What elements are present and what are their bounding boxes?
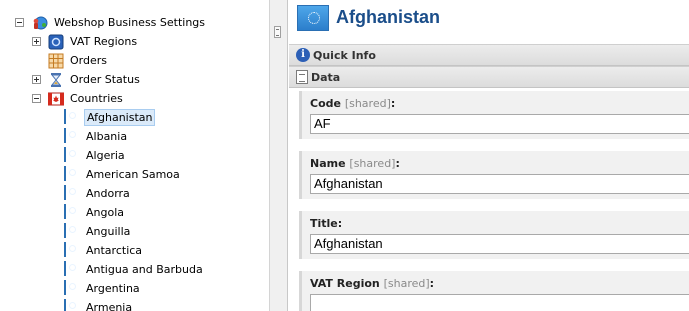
un-flag-icon xyxy=(64,298,80,311)
shared-tag: [shared] xyxy=(344,97,391,110)
tree-item-label: Andorra xyxy=(86,187,130,200)
tree-item-label: Webshop Business Settings xyxy=(54,16,206,29)
field-label: VAT Region [shared]: xyxy=(310,277,435,290)
un-flag-large-icon xyxy=(297,5,329,31)
countries-collapse-toggle[interactable] xyxy=(32,94,41,103)
tree-item-label: Countries xyxy=(70,92,123,105)
tree-item-label: Orders xyxy=(70,54,107,67)
pane-splitter[interactable] xyxy=(270,0,288,311)
vat-region-input[interactable] xyxy=(310,294,689,311)
un-flag-icon xyxy=(64,222,80,240)
globe-people-icon xyxy=(32,15,48,31)
tree-item-countries[interactable]: Countries xyxy=(47,89,125,108)
un-flag-icon xyxy=(64,184,80,202)
tree-item-label: Anguilla xyxy=(86,225,131,238)
item-header: Afghanistan xyxy=(289,0,689,44)
section-quick-info[interactable]: i Quick Info xyxy=(289,44,689,66)
tree-item-country[interactable]: Anguilla xyxy=(64,222,132,241)
vat-regions-icon xyxy=(48,34,64,50)
tree-item-label: Antarctica xyxy=(86,244,143,257)
tree-item-country[interactable]: Algeria xyxy=(64,146,127,165)
tree-item-label: Afghanistan xyxy=(84,109,156,126)
section-title: Quick Info xyxy=(313,48,376,62)
section-data[interactable]: Data xyxy=(289,66,689,88)
tree-item-country[interactable]: Armenia xyxy=(64,298,134,311)
tree-item-label: Albania xyxy=(86,130,128,143)
un-flag-icon xyxy=(64,146,80,164)
tree-item-label: Angola xyxy=(86,206,125,219)
root-collapse-toggle[interactable] xyxy=(15,18,24,27)
field-vat-region: VAT Region [shared]: xyxy=(299,271,689,311)
tree-item-label: Algeria xyxy=(86,149,125,162)
splitter-grip-icon[interactable] xyxy=(274,26,281,38)
content-tree: Webshop Business Settings VAT Regions Or… xyxy=(0,0,270,311)
shared-tag: [shared] xyxy=(383,277,430,290)
data-fields: Code [shared]: AF Name [shared]: Afghani… xyxy=(289,89,689,311)
orders-grid-icon xyxy=(48,53,64,69)
tree-item-order-status[interactable]: Order Status xyxy=(48,70,142,89)
page-title: Afghanistan xyxy=(336,7,441,27)
tree-item-label: Order Status xyxy=(70,73,140,86)
info-icon: i xyxy=(296,48,310,62)
title-input[interactable]: Afghanistan xyxy=(310,234,689,254)
tree-item-country[interactable]: Andorra xyxy=(64,184,132,203)
tree-item-country[interactable]: Argentina xyxy=(64,279,142,298)
un-flag-icon xyxy=(64,203,80,221)
tree-item-label: Antigua and Barbuda xyxy=(86,263,203,276)
data-section-icon xyxy=(296,70,308,84)
tree-item-country[interactable]: Angola xyxy=(64,203,126,222)
field-label: Code [shared]: xyxy=(310,97,396,110)
tree-item-orders[interactable]: Orders xyxy=(48,51,109,70)
code-input[interactable]: AF xyxy=(310,114,689,134)
un-flag-icon xyxy=(64,279,80,297)
un-flag-icon xyxy=(64,260,80,278)
canada-flag-icon xyxy=(47,91,65,107)
tree-item-country[interactable]: American Samoa xyxy=(64,165,182,184)
un-flag-icon xyxy=(64,127,80,145)
tree-item-webshop-business-settings[interactable]: Webshop Business Settings xyxy=(32,13,207,32)
field-label: Title: xyxy=(310,217,343,230)
tree-item-country[interactable]: Antigua and Barbuda xyxy=(64,260,205,279)
content-editor: Afghanistan i Quick Info Data Code [shar… xyxy=(289,0,689,311)
tree-item-country[interactable]: Albania xyxy=(64,127,129,146)
name-input[interactable]: Afghanistan xyxy=(310,174,689,194)
field-title: Title: Afghanistan xyxy=(299,211,689,259)
tree-item-label: Argentina xyxy=(86,282,140,295)
field-label: Name [shared]: xyxy=(310,157,400,170)
tree-item-country[interactable]: Antarctica xyxy=(64,241,144,260)
tree-item-label: American Samoa xyxy=(86,168,180,181)
vat-regions-expand-toggle[interactable] xyxy=(32,37,41,46)
hourglass-icon xyxy=(48,72,64,88)
tree-item-vat-regions[interactable]: VAT Regions xyxy=(48,32,139,51)
un-flag-icon xyxy=(64,108,80,126)
shared-tag: [shared] xyxy=(349,157,396,170)
un-flag-icon xyxy=(64,165,80,183)
order-status-expand-toggle[interactable] xyxy=(32,75,41,84)
un-flag-icon xyxy=(64,241,80,259)
tree-item-label: Armenia xyxy=(86,301,133,311)
tree-item-label: VAT Regions xyxy=(70,35,138,48)
field-code: Code [shared]: AF xyxy=(299,91,689,139)
section-title: Data xyxy=(311,70,341,84)
field-name: Name [shared]: Afghanistan xyxy=(299,151,689,199)
tree-item-country[interactable]: Afghanistan xyxy=(64,108,156,127)
